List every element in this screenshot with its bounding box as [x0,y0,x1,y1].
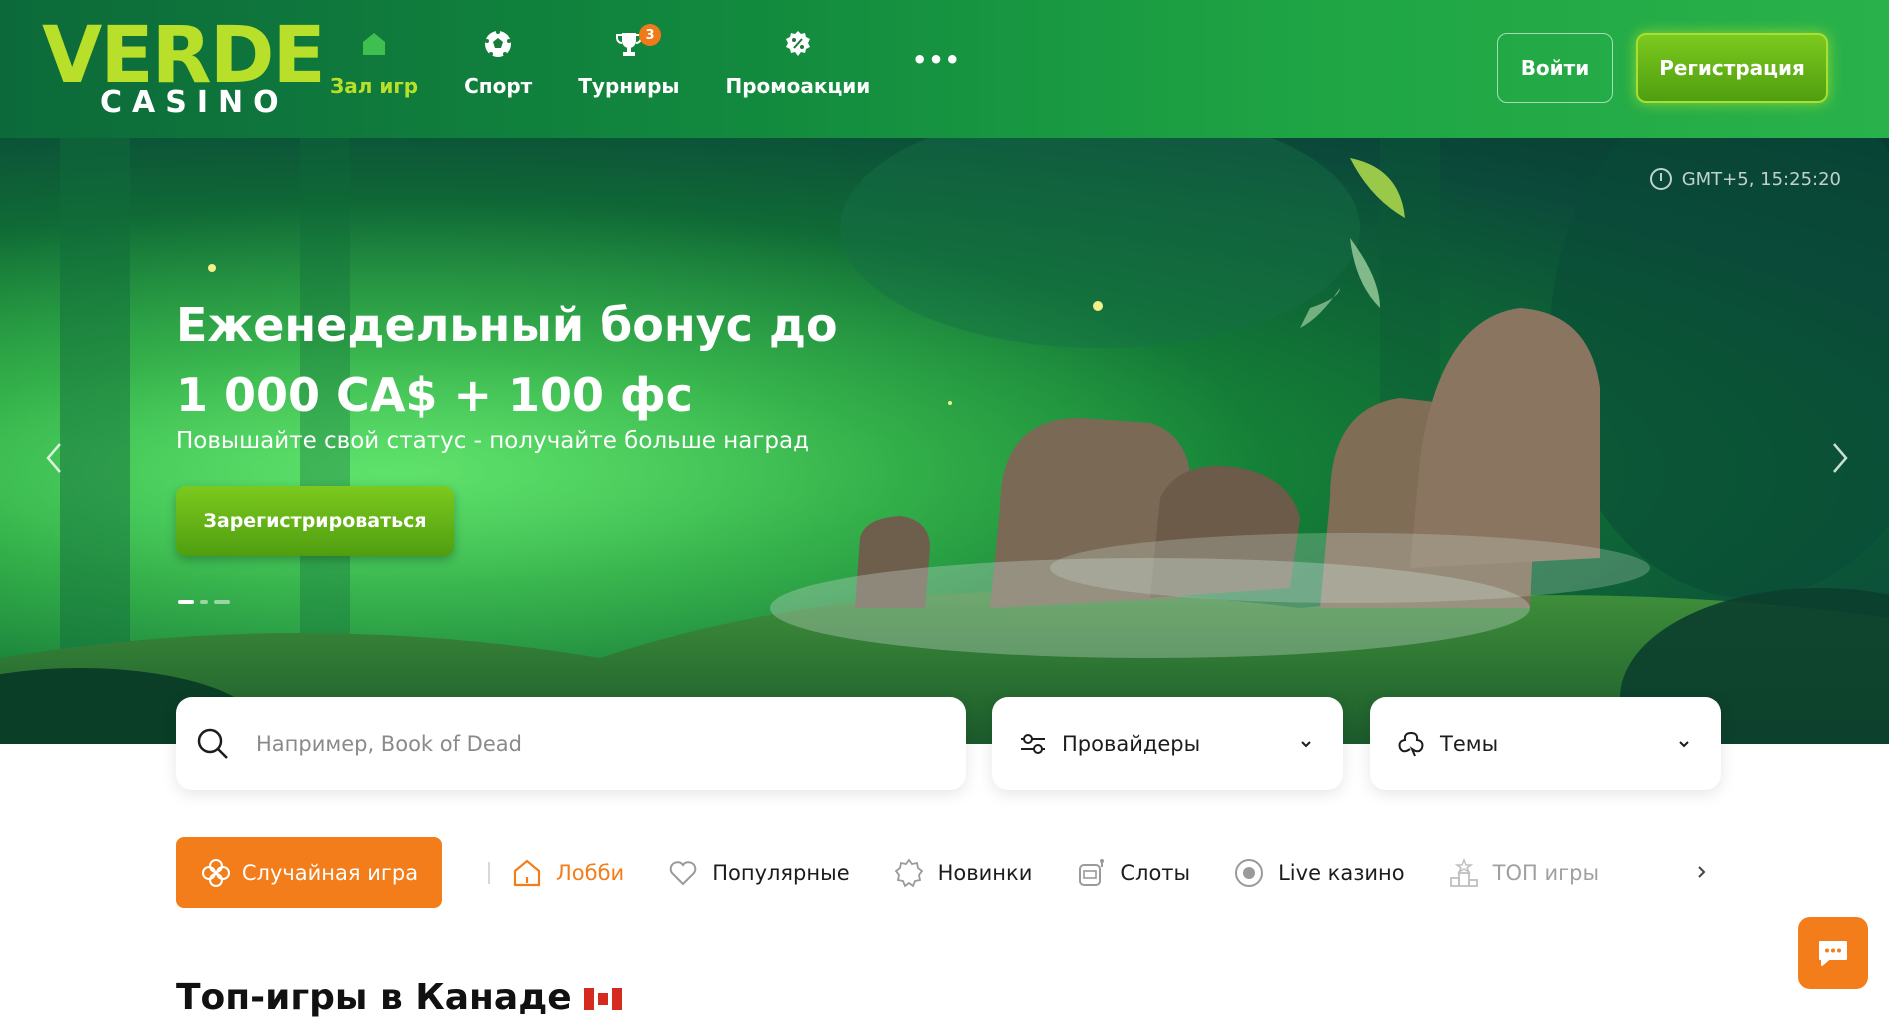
tab-label: Слоты [1120,861,1191,885]
game-search [176,697,966,790]
chevron-left-icon [46,443,61,473]
chevron-down-icon [1679,740,1689,747]
slider-dot[interactable] [200,600,208,604]
tab-label: Популярные [712,861,850,885]
server-time: GMT+5, 15:25:20 [1649,168,1841,190]
tab-new[interactable]: Новинки [892,856,1033,890]
chevron-right-icon [1833,443,1848,473]
slider-dot[interactable] [178,600,194,604]
logo[interactable]: VERDE CASINO [42,16,326,121]
tabs-divider [488,862,490,884]
tab-live-casino[interactable]: Live казино [1232,856,1405,890]
server-time-text: GMT+5, 15:25:20 [1681,168,1841,190]
nav-item-promotions[interactable]: Промоакции [725,28,871,108]
slider-pagination [178,600,236,604]
home-icon [358,28,390,60]
slider-prev-button[interactable] [40,438,68,478]
search-icon [197,728,228,759]
support-chat-button[interactable] [1798,917,1868,989]
tab-label: ТОП игры [1492,861,1600,885]
tab-top-games[interactable]: ТОП игры [1447,856,1599,890]
discount-badge-icon [782,28,814,60]
clover-icon [1398,731,1424,756]
chevron-right-icon [1698,866,1706,878]
tabs-scroll-next-button[interactable] [1694,860,1710,884]
nav-item-tournaments[interactable]: 3 Турниры [578,24,680,108]
hero-title: Еженедельный бонус до 1 000 CA$ + 100 фс [176,290,936,430]
section-title: Топ-игры в Канаде [176,978,622,1018]
random-game-button[interactable]: Случайная игра [176,837,442,908]
logo-casino-text: CASINO [100,85,289,120]
logo-verde-text: VERDE [42,11,326,101]
podium-icon [1447,856,1481,890]
tab-popular[interactable]: Популярные [666,856,850,890]
search-input[interactable] [256,731,916,756]
themes-label: Темы [1440,731,1499,756]
main-nav: Зал игр Спорт 3 Турниры Промоакции [330,24,916,108]
section-title-text: Топ-игры в Канаде [176,977,572,1018]
providers-label: Провайдеры [1062,731,1201,756]
soccer-ball-icon [482,28,514,60]
random-game-label: Случайная игра [241,860,419,885]
tab-label: Новинки [937,861,1033,885]
providers-dropdown[interactable]: Провайдеры [992,697,1343,790]
slot-machine-icon [1074,856,1108,890]
sliders-icon [1021,733,1045,754]
hero-title-line2: 1 000 CA$ + 100 фс [176,368,693,422]
themes-dropdown[interactable]: Темы [1370,697,1721,790]
nav-label: Спорт [464,74,533,98]
more-menu-button[interactable]: ••• [912,48,960,72]
nav-label: Промоакции [725,74,871,98]
header: VERDE CASINO Зал игр Спорт 3 Турниры Про… [0,0,1889,138]
clock-icon [1649,168,1672,190]
heart-icon [666,856,700,890]
clover-icon [201,858,230,887]
tab-slots[interactable]: Слоты [1074,856,1190,890]
hero-banner: GMT+5, 15:25:20 Еженедельный бонус до 1 … [0,138,1889,744]
home-icon [510,856,544,890]
register-button[interactable]: Регистрация [1636,33,1828,103]
login-button[interactable]: Войти [1497,33,1613,103]
tab-lobby[interactable]: Лобби [510,856,624,890]
canada-flag-icon [583,988,622,1010]
tab-label: Live казино [1278,861,1405,885]
tournaments-count-badge: 3 [639,24,661,46]
hero-register-button[interactable]: Зарегистрироваться [176,486,454,556]
category-tabs: Лобби Популярные Новинки Слоты Live кази… [510,852,1641,894]
nav-item-sport[interactable]: Спорт [464,28,532,108]
live-dot-icon [1232,856,1266,890]
hero-title-line1: Еженедельный бонус до [176,298,838,352]
chevron-down-icon [1301,740,1311,747]
hero-subtitle: Повышайте свой статус - получайте больше… [176,428,810,454]
tab-label: Лобби [556,861,625,885]
nav-item-games-hall[interactable]: Зал игр [330,28,418,108]
new-badge-icon [892,856,926,890]
nav-label: Зал игр [330,74,419,98]
slider-next-button[interactable] [1826,438,1854,478]
chat-bubble-icon [1819,941,1847,966]
nav-label: Турниры [578,74,680,98]
slider-dot[interactable] [214,600,230,604]
